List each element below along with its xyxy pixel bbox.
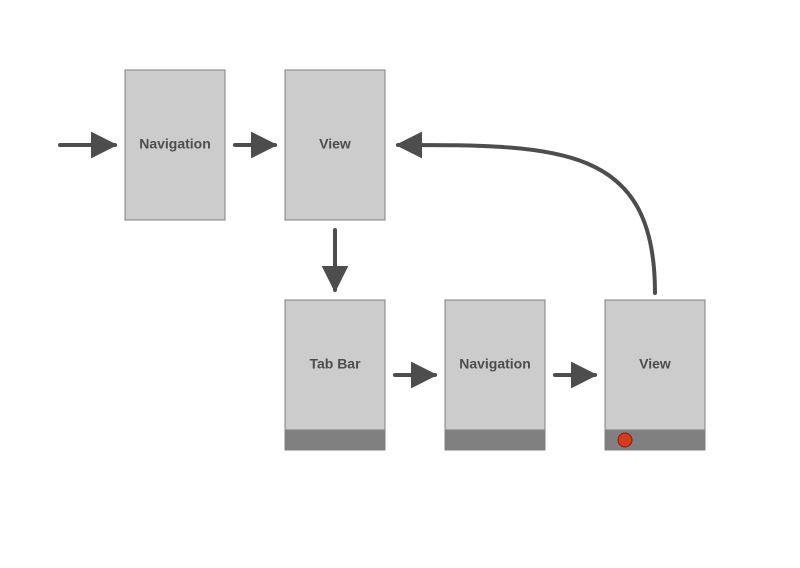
node-tabbar: Tab Bar	[285, 300, 385, 450]
node-view-bottom-label: View	[639, 356, 671, 372]
flow-diagram: Navigation View Tab Bar Navigation View	[0, 0, 800, 568]
node-tabbar-label: Tab Bar	[309, 356, 361, 372]
arrow-view-bottom-to-view-top	[398, 145, 655, 293]
indicator-dot-icon	[618, 433, 632, 447]
node-view-bottom: View	[605, 300, 705, 450]
node-view-top-label: View	[319, 136, 351, 152]
node-navigation-top: Navigation	[125, 70, 225, 220]
node-navigation-top-label: Navigation	[139, 136, 211, 152]
node-view-top: View	[285, 70, 385, 220]
node-navigation-bottom: Navigation	[445, 300, 545, 450]
node-navigation-bottom-label: Navigation	[459, 356, 531, 372]
